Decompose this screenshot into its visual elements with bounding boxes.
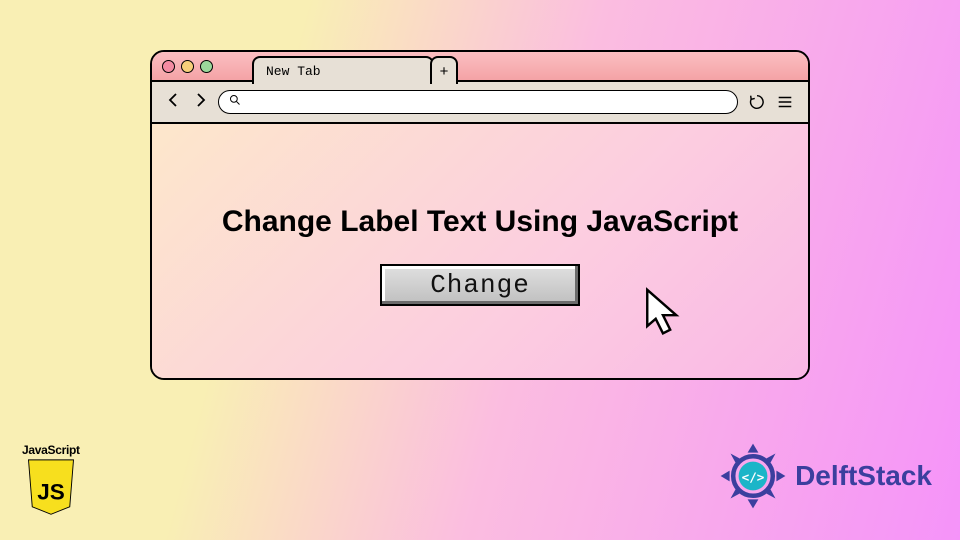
javascript-logo-label: JavaScript: [22, 443, 80, 457]
plus-icon: +: [440, 63, 449, 80]
title-bar: New Tab +: [152, 52, 808, 82]
change-button[interactable]: Change: [380, 264, 580, 306]
back-arrow-icon[interactable]: [166, 92, 182, 113]
search-icon: [229, 93, 241, 111]
page-content: Change Label Text Using JavaScript Chang…: [152, 124, 808, 380]
menu-icon[interactable]: [776, 93, 794, 111]
minimize-window-dot[interactable]: [181, 60, 194, 73]
toolbar: [152, 82, 808, 124]
forward-arrow-icon[interactable]: [192, 92, 208, 113]
delftstack-logo: </> DelftStack: [717, 440, 932, 512]
close-window-dot[interactable]: [162, 60, 175, 73]
delftstack-badge-icon: </>: [717, 440, 789, 512]
js-shield-icon: JS: [23, 458, 79, 518]
page-headline: Change Label Text Using JavaScript: [222, 199, 738, 244]
svg-text:</>: </>: [742, 469, 765, 484]
maximize-window-dot[interactable]: [200, 60, 213, 73]
delftstack-text: DelftStack: [795, 460, 932, 492]
svg-text:JS: JS: [37, 479, 65, 504]
tab-label: New Tab: [266, 64, 321, 79]
reload-icon[interactable]: [748, 93, 766, 111]
cursor-icon: [640, 285, 698, 343]
active-tab[interactable]: New Tab: [252, 56, 434, 84]
change-button-label: Change: [430, 270, 530, 300]
address-bar[interactable]: [218, 90, 738, 114]
javascript-logo: JavaScript JS: [22, 443, 80, 518]
new-tab-button[interactable]: +: [430, 56, 458, 84]
browser-window: New Tab + Change Label Text Using JavaSc…: [150, 50, 810, 380]
